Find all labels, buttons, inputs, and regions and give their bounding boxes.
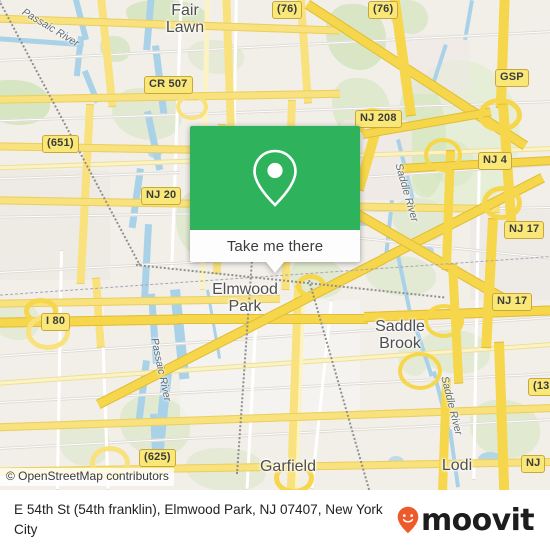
route-shield-nj17[interactable]: NJ 17	[504, 221, 545, 239]
footer-bar: E 54th St (54th franklin), Elmwood Park,…	[0, 490, 550, 550]
place-label-elmwood-park: Elmwood Park	[212, 281, 278, 315]
address-text: E 54th St (54th franklin), Elmwood Park,…	[14, 502, 383, 537]
popup-tail	[266, 262, 284, 273]
location-popup-card[interactable]: Take me there	[190, 126, 360, 273]
moovit-wordmark: moovit	[420, 502, 535, 538]
route-shield-76[interactable]: (76)	[272, 1, 303, 19]
ramp-loop	[424, 138, 462, 172]
ramp-loop	[482, 186, 522, 220]
residential-area	[0, 170, 110, 280]
route-shield-gsp[interactable]: GSP	[495, 69, 529, 87]
ramp-loop	[478, 98, 522, 132]
take-me-there-button[interactable]: Take me there	[227, 238, 323, 255]
route-shield-nj4[interactable]: NJ 4	[478, 152, 513, 170]
place-label-lodi: Lodi	[441, 457, 473, 474]
route-shield-nj208[interactable]: NJ 208	[355, 110, 402, 128]
place-label-saddle-brook: Saddle Brook	[375, 318, 425, 352]
place-label-garfield: Garfield	[259, 458, 317, 475]
place-label-fair-lawn: Fair Lawn	[165, 2, 205, 36]
ramp-loop	[398, 352, 442, 390]
map-attribution[interactable]: © OpenStreetMap contributors	[0, 468, 174, 486]
route-shield-nj20[interactable]: NJ 20	[141, 187, 182, 205]
moovit-pin-logo	[397, 506, 419, 534]
popup-action-bar[interactable]: Take me there	[190, 230, 360, 262]
route-shield-76[interactable]: (76)	[368, 1, 399, 19]
route-shield-625[interactable]: (625)	[139, 449, 176, 467]
route-shield-13x[interactable]: (13	[528, 378, 550, 396]
moovit-location-screenshot: Passaic River Passaic River Saddle River…	[0, 0, 550, 550]
route-shield-i80[interactable]: I 80	[41, 313, 71, 331]
route-shield-651[interactable]: (651)	[42, 135, 79, 153]
route-shield-nj17[interactable]: NJ 17	[492, 293, 533, 311]
route-shield-cr507[interactable]: CR 507	[144, 76, 193, 94]
moovit-logo[interactable]: moovit	[397, 502, 535, 538]
popup-pin-panel	[190, 126, 360, 230]
map-canvas[interactable]: Passaic River Passaic River Saddle River…	[0, 0, 550, 490]
river-segment	[141, 224, 152, 299]
location-pin-icon	[253, 149, 297, 207]
route-shield-nj[interactable]: NJ	[521, 455, 546, 473]
ramp-loop	[176, 94, 208, 120]
